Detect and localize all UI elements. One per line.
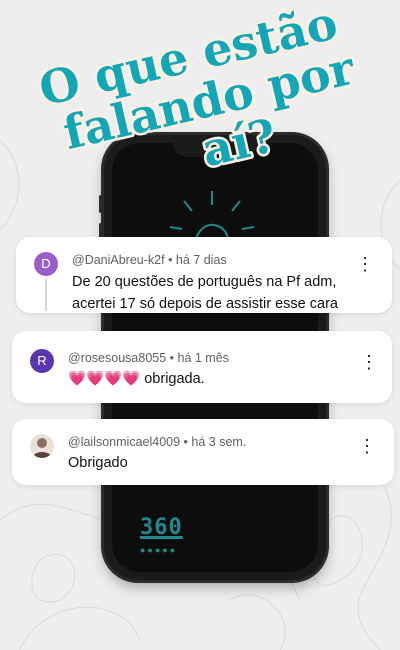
comment-username[interactable]: @rosesousa8055 — [68, 351, 166, 365]
reply-thread-line — [45, 279, 47, 311]
phone-side-button — [99, 195, 103, 213]
avatar-letter: R — [37, 353, 47, 368]
comment-username[interactable]: @lailsonmicael4009 — [68, 435, 180, 449]
comment-text: 💗💗💗💗 obrigada. — [68, 368, 205, 390]
avatar[interactable]: D — [34, 252, 58, 276]
avatar-letter: D — [41, 256, 51, 271]
comment-meta: @DaniAbreu-k2f • há 7 dias — [72, 253, 227, 267]
more-vert-icon[interactable]: ⋮ — [358, 437, 376, 455]
comment-username[interactable]: @DaniAbreu-k2f — [72, 253, 165, 267]
comment-text-line: De 20 questões de português na Pf adm, — [72, 274, 337, 290]
avatar[interactable] — [30, 434, 54, 458]
brand-logo: 360 — [140, 515, 183, 540]
comment-meta: @lailsonmicael4009 • há 3 sem. — [68, 435, 246, 449]
meta-separator: • — [166, 351, 178, 365]
comment-card: R @rosesousa8055 • há 1 mês 💗💗💗💗 obrigad… — [12, 331, 392, 403]
comment-text: De 20 questões de português na Pf adm, a… — [72, 271, 338, 315]
comment-time: há 7 dias — [175, 253, 227, 267]
brand-logo-dots: ●●●●● — [140, 545, 178, 555]
avatar-photo — [32, 438, 52, 458]
comment-time: há 3 sem. — [191, 435, 247, 449]
comment-meta: @rosesousa8055 • há 1 mês — [68, 351, 229, 365]
comment-text-line: obrigada. — [140, 371, 205, 387]
headline: O que estão falando por aí? — [32, 0, 363, 170]
heart-emoji: 💗💗💗💗 — [68, 371, 141, 387]
meta-separator: • — [164, 253, 176, 267]
comment-time: há 1 mês — [177, 351, 229, 365]
comment-text: Obrigado — [68, 455, 128, 471]
meta-separator: • — [180, 435, 192, 449]
more-vert-icon[interactable]: ⋮ — [356, 255, 374, 273]
more-vert-icon[interactable]: ⋮ — [360, 353, 378, 371]
comment-card: D @DaniAbreu-k2f • há 7 dias De 20 quest… — [16, 237, 392, 313]
avatar[interactable]: R — [30, 349, 54, 373]
comment-card: @lailsonmicael4009 • há 3 sem. Obrigado … — [12, 419, 394, 485]
comment-text-line: acertei 17 só depois de assistir esse ca… — [72, 296, 338, 312]
